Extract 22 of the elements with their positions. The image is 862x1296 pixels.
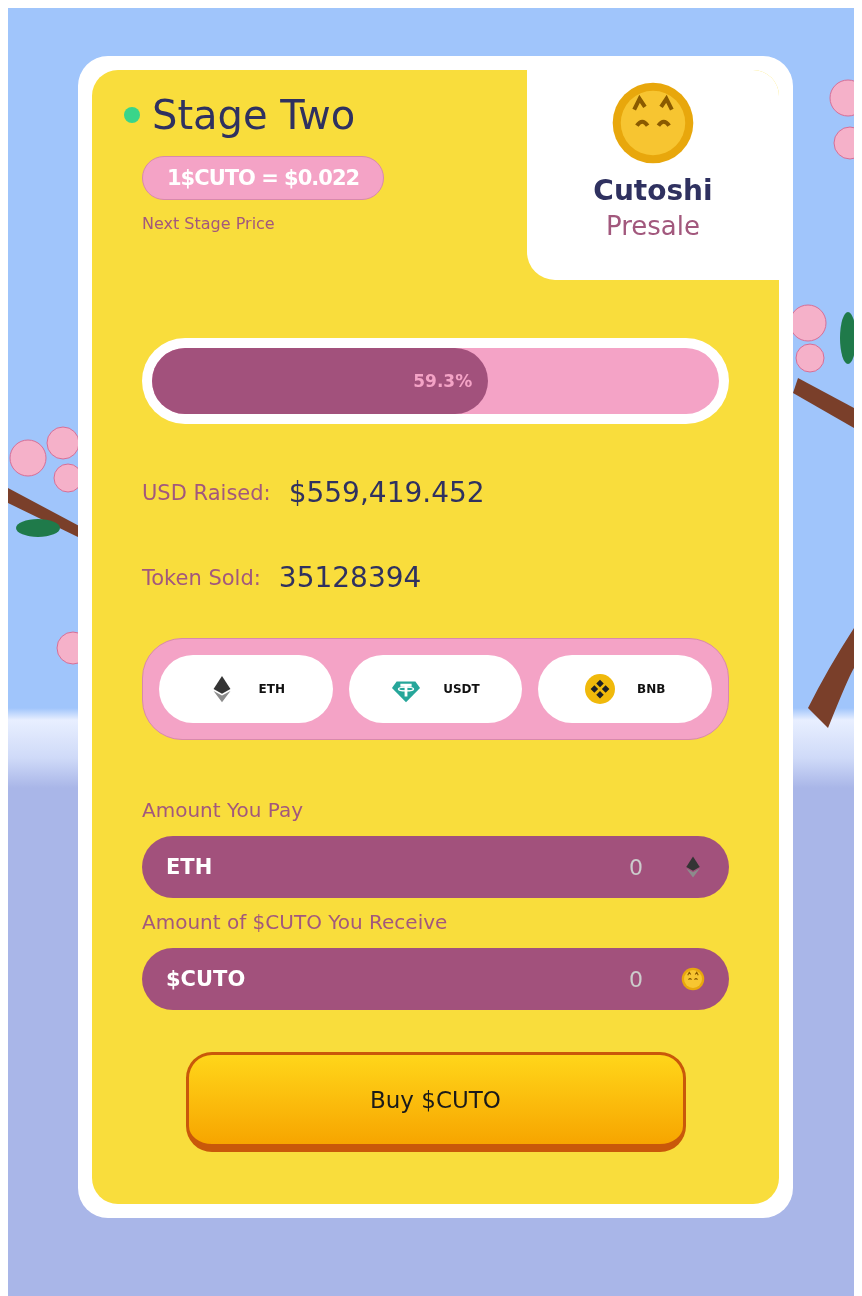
- stat-value: 35128394: [278, 561, 422, 594]
- field-label: Amount of $CUTO You Receive: [142, 910, 449, 934]
- field-label: Amount You Pay: [142, 798, 305, 822]
- currency-label: ETH: [166, 855, 214, 879]
- currency-button[interactable]: ETH: [159, 655, 333, 723]
- currency-button[interactable]: USDT: [348, 655, 523, 723]
- brand-name: Cutoshi: [593, 174, 713, 207]
- buy-button[interactable]: Buy $CUTO: [185, 1052, 686, 1152]
- stat-value: $559,419.452: [288, 476, 485, 509]
- currency-button[interactable]: BNB: [538, 655, 712, 723]
- price-caption: Next Stage Price: [142, 214, 276, 233]
- stage-title: Stage Two: [152, 92, 356, 138]
- progress-label: 59.3%: [413, 371, 473, 391]
- stat-label: Token Sold:: [142, 565, 261, 590]
- amount-input[interactable]: 0: [581, 853, 645, 881]
- cat-coin-icon: [681, 967, 705, 991]
- stat-label: USD Raised:: [142, 480, 271, 505]
- currency-label: $CUTO: [166, 967, 247, 991]
- brand-subtitle: Presale: [605, 211, 700, 241]
- amount-input[interactable]: 0: [581, 965, 645, 993]
- binance-coin-icon: [585, 674, 615, 704]
- price-badge: 1$CUTO = $0.022: [142, 156, 385, 200]
